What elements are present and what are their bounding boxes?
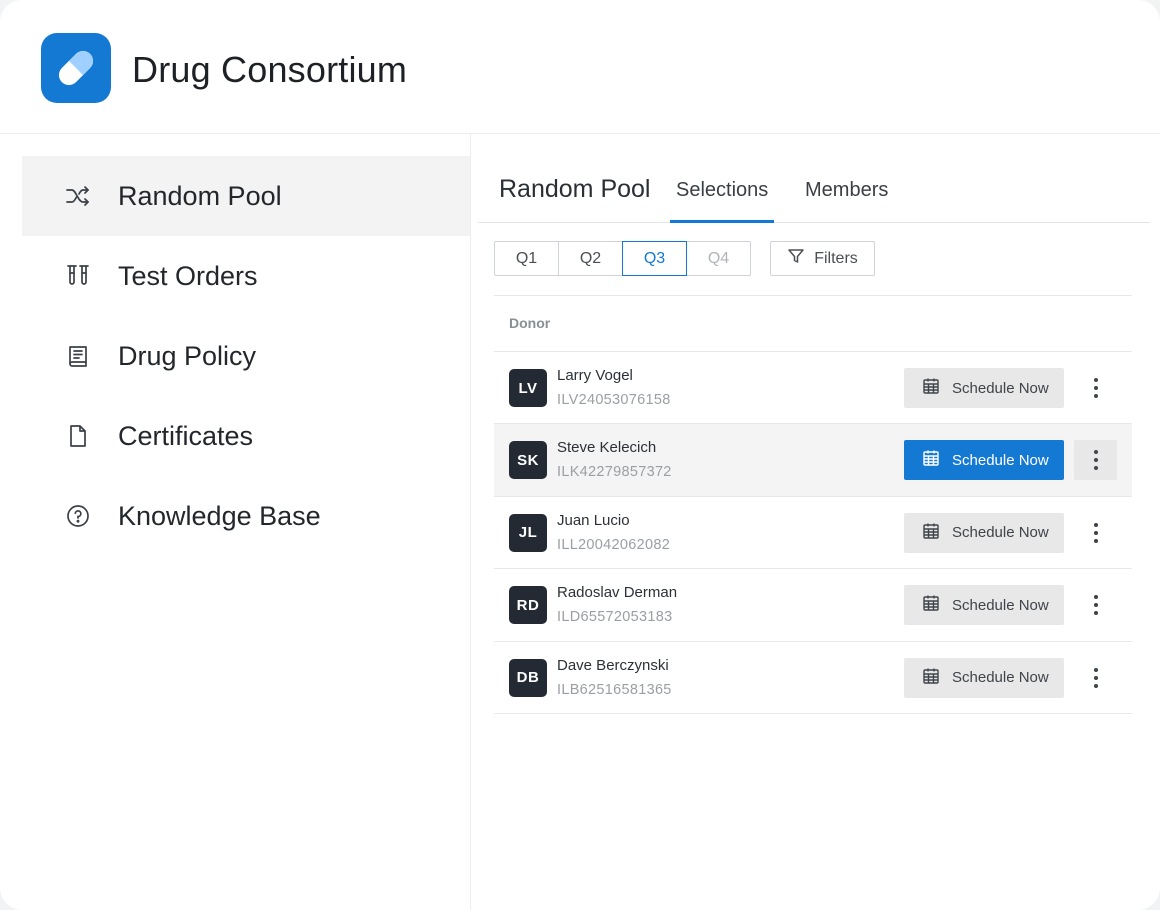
more-options-button[interactable] [1074,368,1117,408]
filters-label: Filters [814,249,858,267]
pill-icon [41,33,111,103]
calendar-icon [922,377,940,399]
app-window: Drug Consortium Random Pool Test Orders … [0,0,1160,910]
calendar-icon [922,522,940,544]
help-circle-icon [65,504,91,528]
avatar: LV [509,369,547,407]
more-vertical-icon [1093,667,1098,688]
schedule-now-label: Schedule Now [952,669,1049,687]
shuffle-icon [65,184,91,208]
sidebar-item-drug-policy[interactable]: Drug Policy [22,316,470,396]
more-vertical-icon [1093,522,1098,543]
more-options-button[interactable] [1074,658,1117,698]
sidebar-item-label: Drug Policy [118,341,257,371]
schedule-now-button[interactable]: Schedule Now [904,585,1064,626]
donor-name: Juan Lucio [557,511,630,529]
quarter-button-q3[interactable]: Q3 [622,241,687,276]
table-header: Donor [494,295,1132,352]
quarter-button-q4[interactable]: Q4 [686,241,751,276]
donor-id: ILB62516581365 [557,681,672,698]
donor-name: Larry Vogel [557,367,633,384]
page-title: Random Pool [499,175,651,203]
column-header-donor: Donor [509,315,551,331]
donor-id: ILD65572053183 [557,609,673,626]
table-row: RD Radoslav Derman ILD65572053183 Schedu… [494,569,1132,642]
donor-id: ILK42279857372 [557,464,672,481]
sidebar-item-label: Certificates [118,421,254,451]
more-vertical-icon [1093,450,1098,471]
schedule-now-label: Schedule Now [952,524,1049,542]
sidebar-item-certificates[interactable]: Certificates [22,396,470,476]
more-options-button[interactable] [1074,440,1117,481]
schedule-now-label: Schedule Now [952,451,1049,469]
donor-id: ILL20042062082 [557,536,671,553]
calendar-icon [922,449,940,471]
book-icon [65,344,91,368]
tab-selections[interactable]: Selections [669,178,775,223]
donor-name: Steve Kelecich [557,439,657,457]
schedule-now-button[interactable]: Schedule Now [904,512,1064,553]
document-icon [65,424,91,448]
more-vertical-icon [1093,595,1098,616]
donor-name: Dave Berczynski [557,656,669,674]
avatar: RD [509,586,547,625]
calendar-icon [922,594,940,616]
sidebar-item-test-orders[interactable]: Test Orders [22,236,470,316]
quarter-button-q1[interactable]: Q1 [494,241,559,276]
sidebar-item-label: Random Pool [118,181,282,211]
schedule-now-label: Schedule Now [952,596,1049,614]
more-options-button[interactable] [1074,585,1117,625]
avatar: DB [509,658,547,697]
donor-table: Donor LV Larry Vogel ILV24053076158 Sche… [494,295,1132,714]
sidebar-item-random-pool[interactable]: Random Pool [22,156,470,236]
quarter-selector: Q1 Q2 Q3 Q4 [494,241,751,276]
app-title: Drug Consortium [132,49,408,90]
calendar-icon [922,667,940,689]
more-options-button[interactable] [1074,513,1117,553]
main-content: Random Pool Selections Members Q1 Q2 Q3 … [472,134,1160,910]
sidebar: Random Pool Test Orders Drug Policy Cert… [0,134,471,910]
schedule-now-button[interactable]: Schedule Now [904,368,1064,408]
avatar: SK [509,441,547,480]
donor-name: Radoslav Derman [557,584,678,602]
schedule-now-label: Schedule Now [952,379,1049,397]
schedule-now-button[interactable]: Schedule Now [904,440,1064,481]
app-header: Drug Consortium [0,0,1160,134]
donor-id: ILV24053076158 [557,392,671,408]
filters-button[interactable]: Filters [770,241,875,276]
sidebar-item-knowledge-base[interactable]: Knowledge Base [22,476,470,556]
tab-bar: Random Pool Selections Members [478,164,1150,223]
avatar: JL [509,513,547,552]
filter-icon [787,247,805,270]
table-row: DB Dave Berczynski ILB62516581365 Schedu… [494,642,1132,714]
table-row: JL Juan Lucio ILL20042062082 Schedule No… [494,497,1132,570]
sidebar-item-label: Knowledge Base [118,501,321,531]
quarter-button-q2[interactable]: Q2 [558,241,623,276]
table-row: SK Steve Kelecich ILK42279857372 Schedul… [494,424,1132,497]
tab-members[interactable]: Members [805,178,888,202]
sidebar-item-label: Test Orders [118,261,258,291]
more-vertical-icon [1093,378,1098,398]
schedule-now-button[interactable]: Schedule Now [904,657,1064,698]
test-tubes-icon [65,264,91,288]
table-row: LV Larry Vogel ILV24053076158 Schedule N… [494,352,1132,425]
